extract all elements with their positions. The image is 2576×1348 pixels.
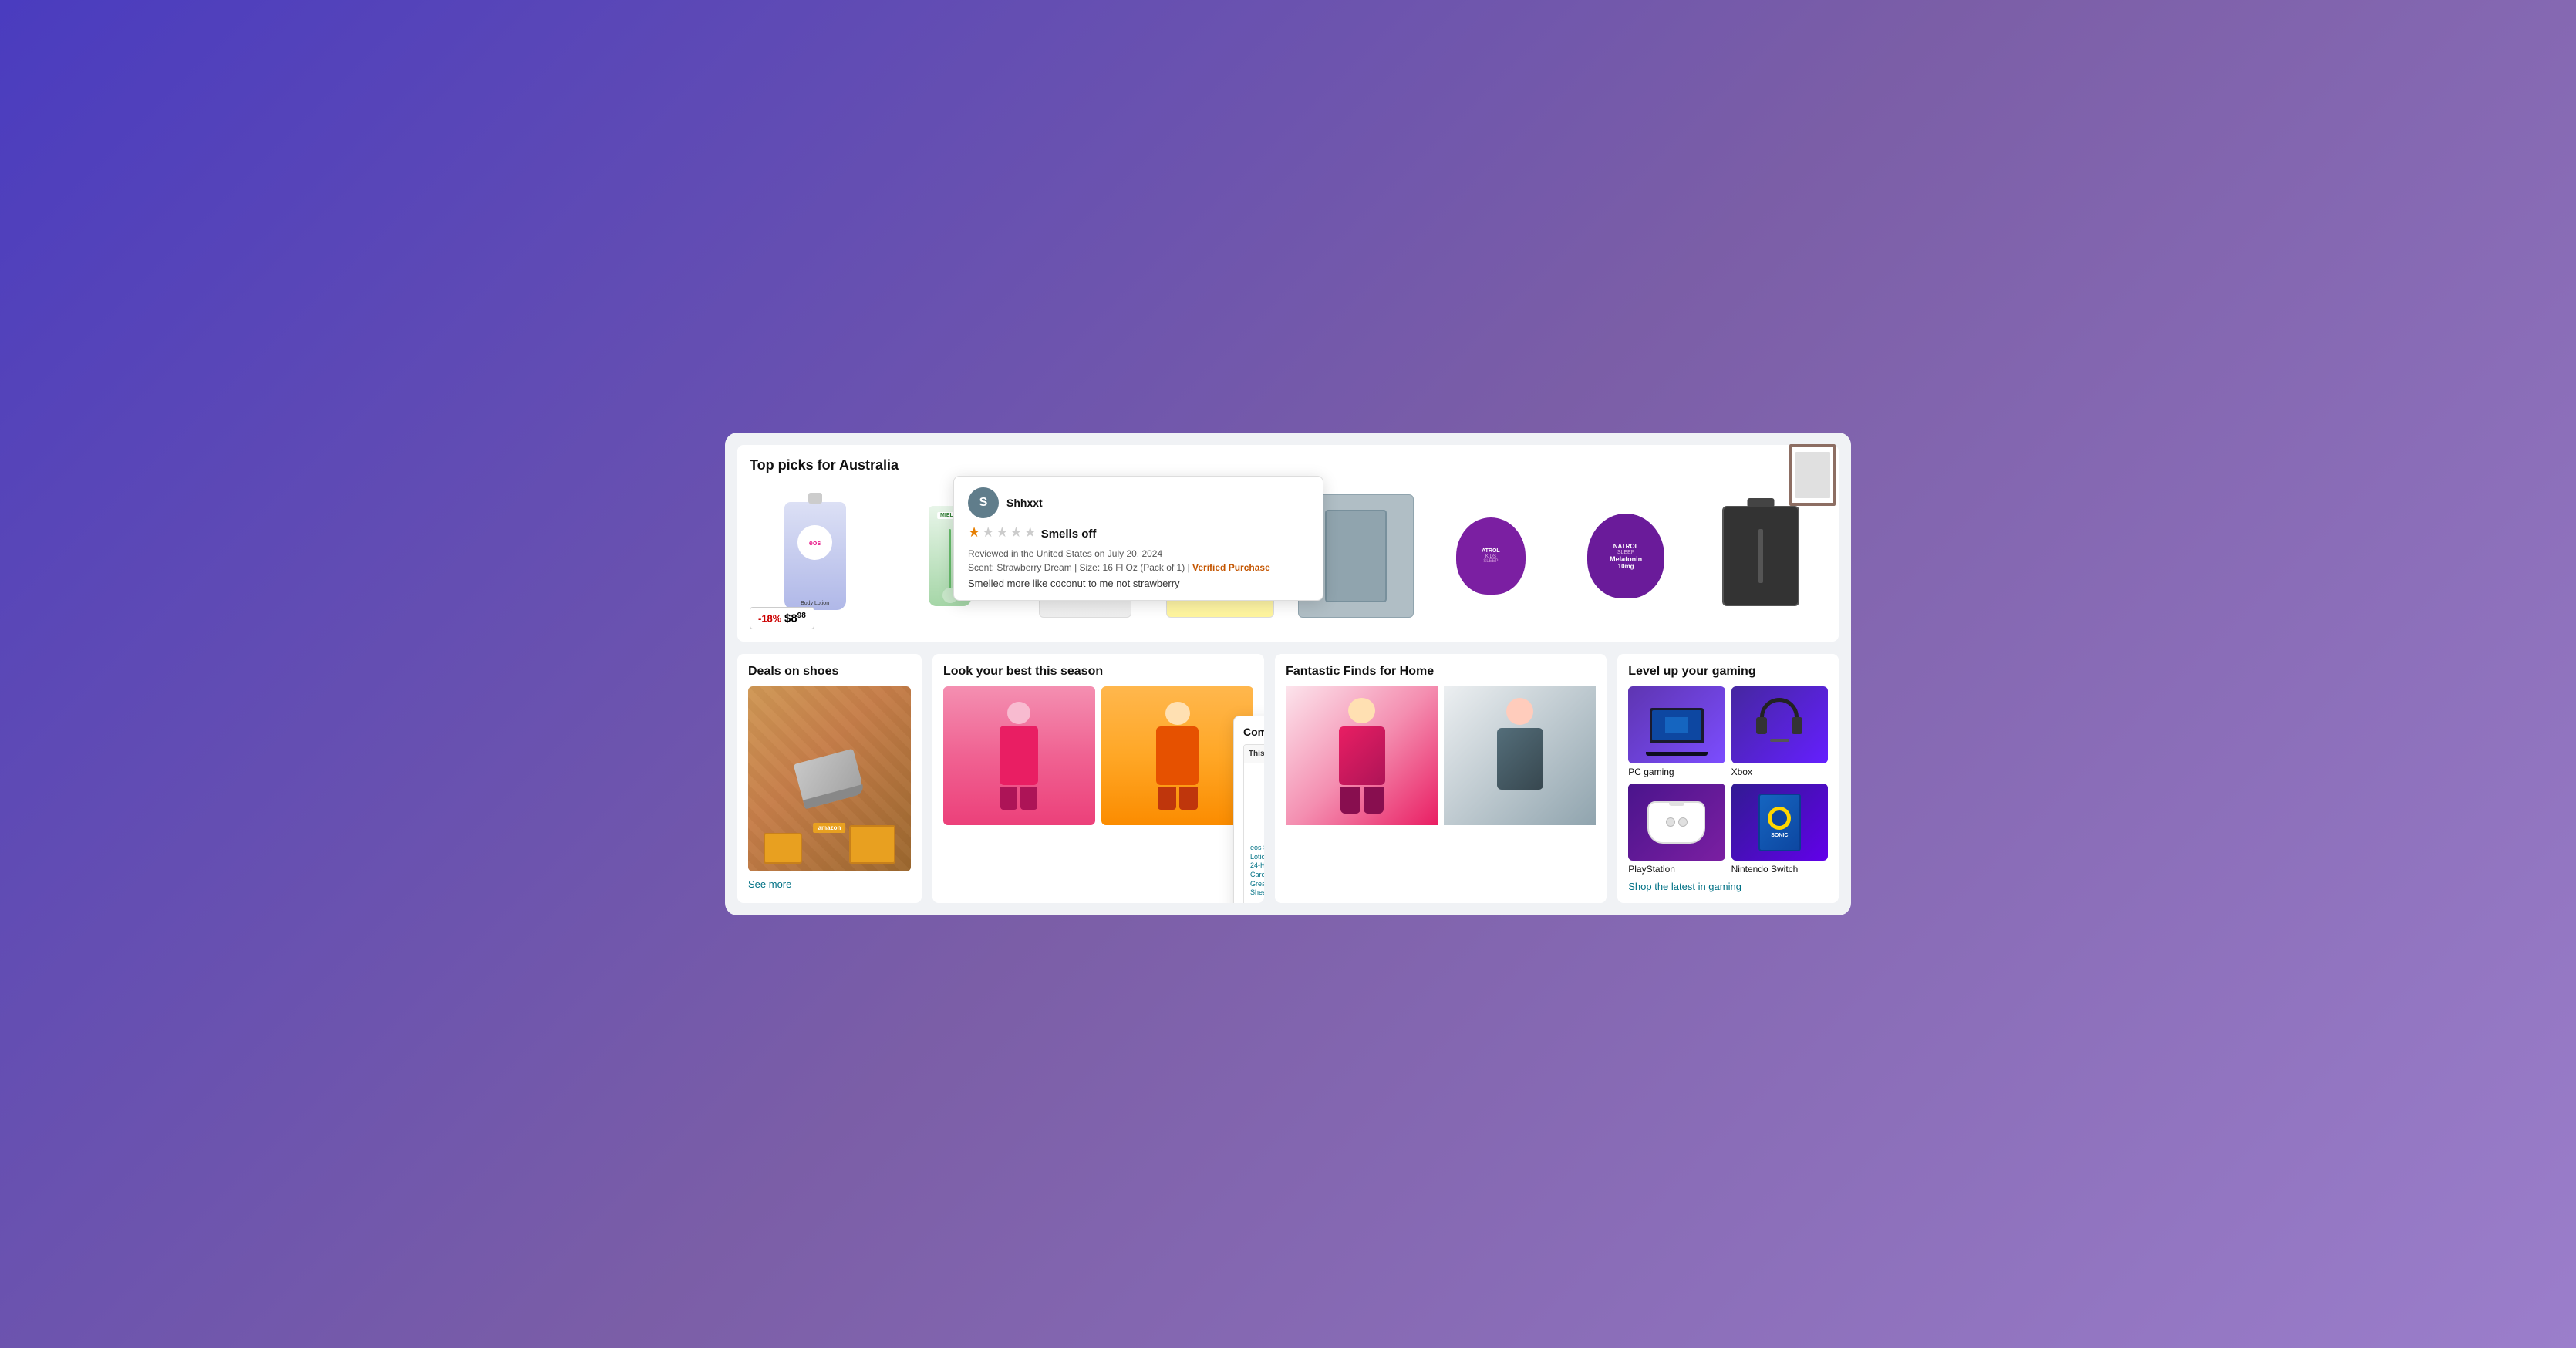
review-date: Reviewed in the United States on July 20… (968, 548, 1309, 559)
gaming-images: PC gaming (1628, 686, 1828, 875)
gaming-img-xbox[interactable] (1731, 686, 1828, 763)
shoes-section: Deals on shoes amazon See more (737, 654, 922, 903)
compare-title: Compare with similar items (1243, 726, 1264, 738)
this-item-header: This Item (1249, 750, 1264, 758)
star-5: ★ (1024, 524, 1037, 541)
gaming-label-pc: PC gaming (1628, 767, 1725, 777)
product-eos-lotion[interactable]: eos Body Lotion -18% $898 (750, 483, 880, 629)
home-img-1[interactable] (1286, 686, 1438, 825)
home-section: Fantastic Finds for Home (1275, 654, 1607, 903)
gaming-label-ps: PlayStation (1628, 864, 1725, 875)
fashion-person-2 (1101, 686, 1253, 825)
product-natrol-melatonin[interactable]: NATROL SLEEP Melatonin 10mg (1561, 483, 1691, 629)
review-stars: ★ ★ ★ ★ ★ (968, 524, 1037, 541)
review-title: Smells off (1041, 527, 1097, 541)
star-3: ★ (996, 524, 1008, 541)
review-meta: Scent: Strawberry Dream | Size: 16 Fl Oz… (968, 562, 1309, 573)
gaming-img-switch[interactable]: SONIC (1731, 784, 1828, 861)
star-4: ★ (1010, 524, 1022, 541)
fashion-person-1 (943, 686, 1095, 825)
star-2: ★ (982, 524, 994, 541)
price-dollar: $8 (784, 612, 797, 625)
compare-product-1-title[interactable]: eos Shea Better Body Lotion- Vanilla Cas… (1250, 844, 1264, 898)
home-person-content-2 (1444, 686, 1596, 825)
shoes-image[interactable]: amazon (748, 686, 911, 871)
review-size-label: Size: (1080, 562, 1103, 573)
fashion-img-1[interactable] (943, 686, 1095, 825)
price-cents: 98 (797, 612, 806, 620)
gaming-section: Level up your gaming (1617, 654, 1839, 903)
review-tooltip: S Shhxxt ★ ★ ★ ★ ★ Smells off Reviewed i… (953, 476, 1323, 601)
compare-col-1: eos eos Shea Better Body Lotion- Vanilla… (1244, 763, 1264, 903)
gaming-item-ps: PlayStation (1628, 784, 1725, 875)
product-natrol-kids[interactable]: ATROL KIDS SLEEP (1425, 483, 1556, 629)
see-more-link[interactable]: See more (748, 878, 791, 890)
review-scent-label: Scent: (968, 562, 996, 573)
fashion-section: Look your best this season (932, 654, 1264, 903)
star-1: ★ (968, 524, 980, 541)
gaming-title: Level up your gaming (1628, 665, 1828, 679)
gaming-item-switch: SONIC Nintendo Switch (1731, 784, 1828, 875)
reviewer-header: S Shhxxt (968, 487, 1309, 518)
review-text: Smelled more like coconut to me not stra… (968, 578, 1309, 589)
home-title: Fantastic Finds for Home (1286, 665, 1596, 679)
fashion-title: Look your best this season (943, 665, 1253, 679)
gaming-item-pc: PC gaming (1628, 686, 1725, 777)
compare-overlay: Compare with similar items This Item Rec… (1233, 716, 1264, 903)
eos-price-tag: -18% $898 (750, 607, 814, 629)
verified-badge: Verified Purchase (1192, 562, 1270, 573)
main-container: Top picks for Australia eos Body Lotion … (725, 433, 1851, 915)
review-scent: Strawberry Dream (996, 562, 1071, 573)
fashion-images (943, 686, 1253, 825)
gaming-label-switch: Nintendo Switch (1731, 864, 1828, 875)
gaming-item-xbox: Xbox (1731, 686, 1828, 777)
discount-badge: -18% (758, 612, 781, 624)
review-size: 16 Fl Oz (Pack of 1) (1103, 562, 1185, 573)
gaming-img-pc[interactable] (1628, 686, 1725, 763)
gaming-img-ps[interactable] (1628, 784, 1725, 861)
fashion-img-2[interactable] (1101, 686, 1253, 825)
home-images (1286, 686, 1596, 825)
top-picks-title: Top picks for Australia (750, 457, 1826, 473)
shoes-title: Deals on shoes (748, 665, 911, 679)
shop-gaming-link[interactable]: Shop the latest in gaming (1628, 881, 1828, 892)
reviewer-name: Shhxxt (1006, 497, 1043, 509)
bottom-row: Deals on shoes amazon See more Look your… (737, 654, 1839, 903)
reviewer-avatar: S (968, 487, 999, 518)
home-img-2[interactable] (1444, 686, 1596, 825)
review-rating-row: ★ ★ ★ ★ ★ Smells off (968, 524, 1309, 544)
home-person-content-1 (1286, 686, 1438, 825)
gaming-label-xbox: Xbox (1731, 767, 1828, 777)
top-picks-section: Top picks for Australia eos Body Lotion … (737, 445, 1839, 642)
